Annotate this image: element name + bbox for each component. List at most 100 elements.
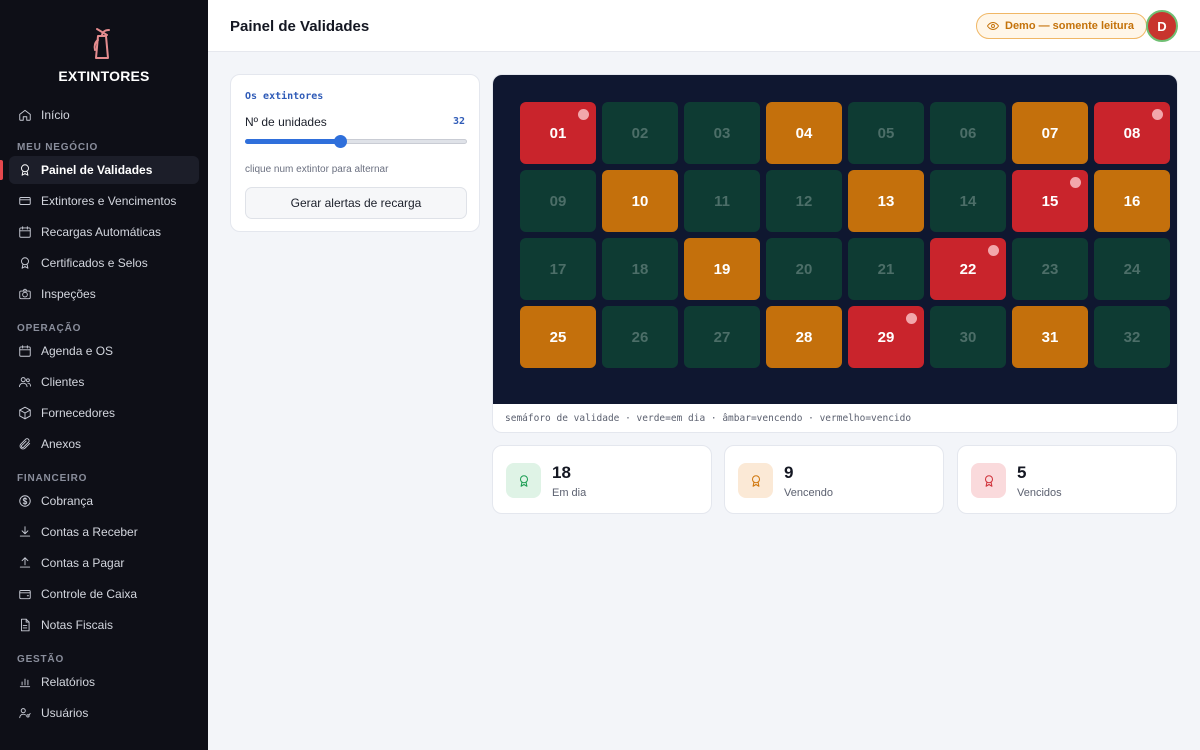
units-slider[interactable] [245, 135, 467, 148]
extinguisher-tile-11[interactable]: 11 [684, 170, 760, 232]
sidebar-item-label: Usuários [41, 706, 89, 720]
extinguisher-tile-09[interactable]: 09 [520, 170, 596, 232]
tile-label: 25 [549, 328, 567, 346]
extinguisher-tile-27[interactable]: 27 [684, 306, 760, 368]
award-icon [971, 463, 1006, 498]
sidebar-item-relatorios[interactable]: Relatórios [9, 668, 199, 696]
extinguisher-tile-21[interactable]: 21 [848, 238, 924, 300]
top-header: Painel de Validades Demo — somente leitu… [208, 0, 1200, 52]
extinguisher-tile-28[interactable]: 28 [766, 306, 842, 368]
award-icon [738, 463, 773, 498]
extinguisher-tile-20[interactable]: 20 [766, 238, 842, 300]
sidebar-item-label: Início [41, 108, 70, 122]
brand-name: EXTINTORES [58, 68, 150, 84]
tile-label: 23 [1041, 260, 1059, 278]
dollar-icon [18, 494, 32, 508]
extinguisher-tile-24[interactable]: 24 [1094, 238, 1170, 300]
stat-card-em-dia: 18 Em dia [492, 445, 712, 514]
sidebar-item-cobranca[interactable]: Cobrança [9, 487, 199, 515]
tile-label: 28 [795, 328, 813, 346]
sidebar-item-inicio[interactable]: Início [9, 101, 199, 129]
alert-dot [578, 109, 589, 120]
extinguisher-tile-01[interactable]: 01 [520, 102, 596, 164]
tile-label: 21 [877, 260, 895, 278]
tile-label: 06 [959, 124, 977, 142]
extinguisher-tile-31[interactable]: 31 [1012, 306, 1088, 368]
extinguisher-tile-18[interactable]: 18 [602, 238, 678, 300]
sidebar-item-recargas-automaticas[interactable]: Recargas Automáticas [9, 218, 199, 246]
extinguisher-tile-32[interactable]: 32 [1094, 306, 1170, 368]
extinguisher-tile-19[interactable]: 19 [684, 238, 760, 300]
sidebar-item-notas-fiscais[interactable]: Notas Fiscais [9, 611, 199, 639]
sidebar-item-inspecoes[interactable]: Inspeções [9, 280, 199, 308]
camera-icon [18, 287, 32, 301]
extinguisher-tile-22[interactable]: 22 [930, 238, 1006, 300]
tile-label: 02 [631, 124, 649, 142]
generate-alerts-button[interactable]: Gerar alertas de recarga [245, 187, 467, 219]
stat-label: Vencendo [784, 487, 833, 499]
sidebar-item-label: Agenda e OS [41, 344, 114, 358]
units-label: Nº de unidades [245, 115, 327, 129]
sidebar-item-anexos[interactable]: Anexos [9, 430, 199, 458]
sidebar-item-contas-a-pagar[interactable]: Contas a Pagar [9, 549, 199, 577]
sidebar: EXTINTORES Início MEU NEGÓCIO Painel de Va… [0, 0, 208, 750]
slider-fill [245, 139, 341, 144]
sidebar-item-agenda-e-os[interactable]: Agenda e OS [9, 337, 199, 365]
sidebar-item-clientes[interactable]: Clientes [9, 368, 199, 396]
tile-label: 17 [549, 260, 567, 278]
extinguisher-tile-03[interactable]: 03 [684, 102, 760, 164]
sidebar-item-painel-de-validades[interactable]: Painel de Validades [0, 156, 199, 184]
extinguisher-tile-23[interactable]: 23 [1012, 238, 1088, 300]
extinguisher-tile-05[interactable]: 05 [848, 102, 924, 164]
avatar[interactable]: D [1146, 10, 1178, 42]
extinguisher-tile-13[interactable]: 13 [848, 170, 924, 232]
sidebar-item-fornecedores[interactable]: Fornecedores [9, 399, 199, 427]
extinguisher-tile-14[interactable]: 14 [930, 170, 1006, 232]
extinguisher-tile-29[interactable]: 29 [848, 306, 924, 368]
extinguisher-tile-02[interactable]: 02 [602, 102, 678, 164]
tile-label: 10 [631, 192, 649, 210]
tile-label: 19 [713, 260, 731, 278]
sidebar-item-usuarios[interactable]: Usuários [9, 699, 199, 727]
sidebar-item-extintores-e-vencimentos[interactable]: Extintores e Vencimentos [9, 187, 199, 215]
slider-thumb[interactable] [334, 135, 348, 148]
sidebar-section-meu-negocio: MEU NEGÓCIO [17, 142, 99, 153]
sidebar-section-financeiro: FINANCEIRO [17, 473, 88, 484]
extinguisher-tile-10[interactable]: 10 [602, 170, 678, 232]
extinguisher-tile-30[interactable]: 30 [930, 306, 1006, 368]
tile-label: 04 [795, 124, 813, 142]
sidebar-item-label: Contas a Pagar [41, 556, 125, 570]
extinguisher-tile-26[interactable]: 26 [602, 306, 678, 368]
sidebar-item-certificados-e-selos[interactable]: Certificados e Selos [9, 249, 199, 277]
demo-badge[interactable]: Demo — somente leitura [976, 13, 1147, 39]
tile-label: 03 [713, 124, 731, 142]
sidebar-item-label: Inspeções [41, 287, 96, 301]
tile-label: 16 [1123, 192, 1141, 210]
extinguisher-tile-08[interactable]: 08 [1094, 102, 1170, 164]
page-title: Painel de Validades [230, 18, 370, 35]
user-key-icon [18, 706, 32, 720]
extinguisher-tile-04[interactable]: 04 [766, 102, 842, 164]
extinguisher-tile-07[interactable]: 07 [1012, 102, 1088, 164]
sidebar-item-controle-de-caixa[interactable]: Controle de Caixa [9, 580, 199, 608]
tile-label: 07 [1041, 124, 1059, 142]
tile-label: 09 [549, 192, 567, 210]
upload-icon [18, 556, 32, 570]
sidebar-item-label: Anexos [41, 437, 82, 451]
extinguisher-tile-16[interactable]: 16 [1094, 170, 1170, 232]
sidebar-section-gestao: GESTÃO [17, 654, 65, 665]
download-icon [18, 525, 32, 539]
sidebar-item-label: Contas a Receber [41, 525, 138, 539]
extinguisher-tile-12[interactable]: 12 [766, 170, 842, 232]
extinguisher-tile-15[interactable]: 15 [1012, 170, 1088, 232]
sidebar-item-label: Notas Fiscais [41, 618, 114, 632]
extinguisher-tile-06[interactable]: 06 [930, 102, 1006, 164]
sidebar-item-contas-a-receber[interactable]: Contas a Receber [9, 518, 199, 546]
tile-label: 11 [714, 192, 730, 210]
wallet-icon [18, 587, 32, 601]
extinguisher-tile-25[interactable]: 25 [520, 306, 596, 368]
tile-label: 14 [959, 192, 977, 210]
stat-card-vencendo: 9 Vencendo [724, 445, 944, 514]
extinguisher-tile-17[interactable]: 17 [520, 238, 596, 300]
award-icon [18, 256, 32, 270]
